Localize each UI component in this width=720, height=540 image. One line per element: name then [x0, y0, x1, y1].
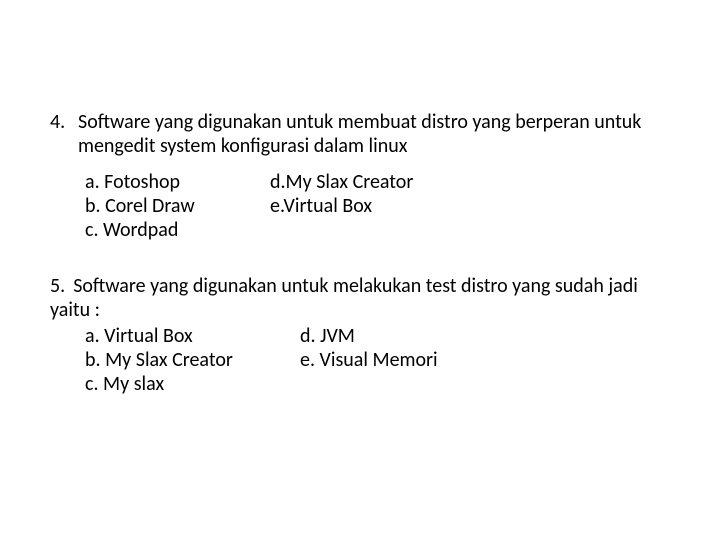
question-4-option-d: d.My Slax Creator: [270, 170, 413, 194]
question-5-option-c: c. My slax: [85, 372, 300, 396]
question-5-text: Software yang digunakan untuk melakukan …: [50, 274, 638, 322]
question-5: 5.Software yang digunakan untuk melakuka…: [50, 274, 670, 396]
question-4-text: Software yang digunakan untuk membuat di…: [78, 110, 670, 158]
question-4-options-left: a. Fotoshop b. Corel Draw c. Wordpad: [85, 170, 270, 242]
question-4-prompt: 4. Software yang digunakan untuk membuat…: [50, 110, 670, 158]
question-5-option-d: d. JVM: [300, 324, 438, 348]
question-4: 4. Software yang digunakan untuk membuat…: [50, 110, 670, 242]
question-5-option-b: b. My Slax Creator: [85, 348, 300, 372]
question-4-option-c: c. Wordpad: [85, 218, 270, 242]
question-5-options: a. Virtual Box b. My Slax Creator c. My …: [85, 324, 670, 396]
question-5-options-left: a. Virtual Box b. My Slax Creator c. My …: [85, 324, 300, 396]
question-4-option-b: b. Corel Draw: [85, 194, 270, 218]
question-5-prompt: 5.Software yang digunakan untuk melakuka…: [50, 274, 670, 322]
question-5-option-e: e. Visual Memori: [300, 348, 438, 372]
question-5-number: 5.: [50, 274, 65, 298]
question-5-option-a: a. Virtual Box: [85, 324, 300, 348]
question-4-number: 4.: [50, 110, 78, 158]
question-4-option-a: a. Fotoshop: [85, 170, 270, 194]
question-4-options-right: d.My Slax Creator e.Virtual Box: [270, 170, 413, 242]
question-4-options: a. Fotoshop b. Corel Draw c. Wordpad d.M…: [85, 170, 670, 242]
question-5-options-right: d. JVM e. Visual Memori: [300, 324, 438, 396]
question-4-option-e: e.Virtual Box: [270, 194, 413, 218]
slide: 4. Software yang digunakan untuk membuat…: [0, 0, 720, 396]
